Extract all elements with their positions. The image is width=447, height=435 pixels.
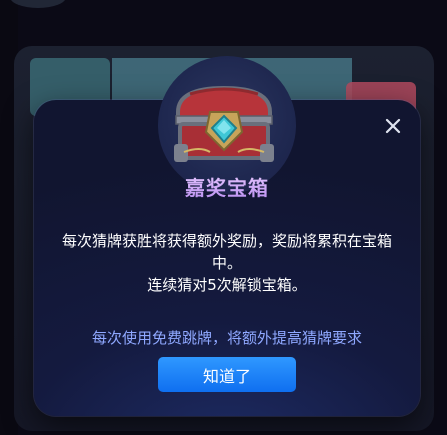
- background-blob: [10, 0, 66, 8]
- description-line-2: 连续猜对5次解锁宝箱。: [147, 276, 307, 294]
- close-button[interactable]: [380, 113, 406, 139]
- treasure-chest-icon: [174, 85, 274, 162]
- close-icon: [385, 118, 401, 134]
- description-line-1: 每次猜牌获胜将获得额外奖励，奖励将累积在宝箱中。: [61, 232, 392, 272]
- dialog-description: 每次猜牌获胜将获得额外奖励，奖励将累积在宝箱中。 连续猜对5次解锁宝箱。: [50, 230, 404, 296]
- dialog-title: 嘉奖宝箱: [34, 172, 420, 201]
- confirm-button[interactable]: 知道了: [158, 357, 296, 392]
- dialog-note: 每次使用免费跳牌，将额外提高猜牌要求: [91, 329, 362, 347]
